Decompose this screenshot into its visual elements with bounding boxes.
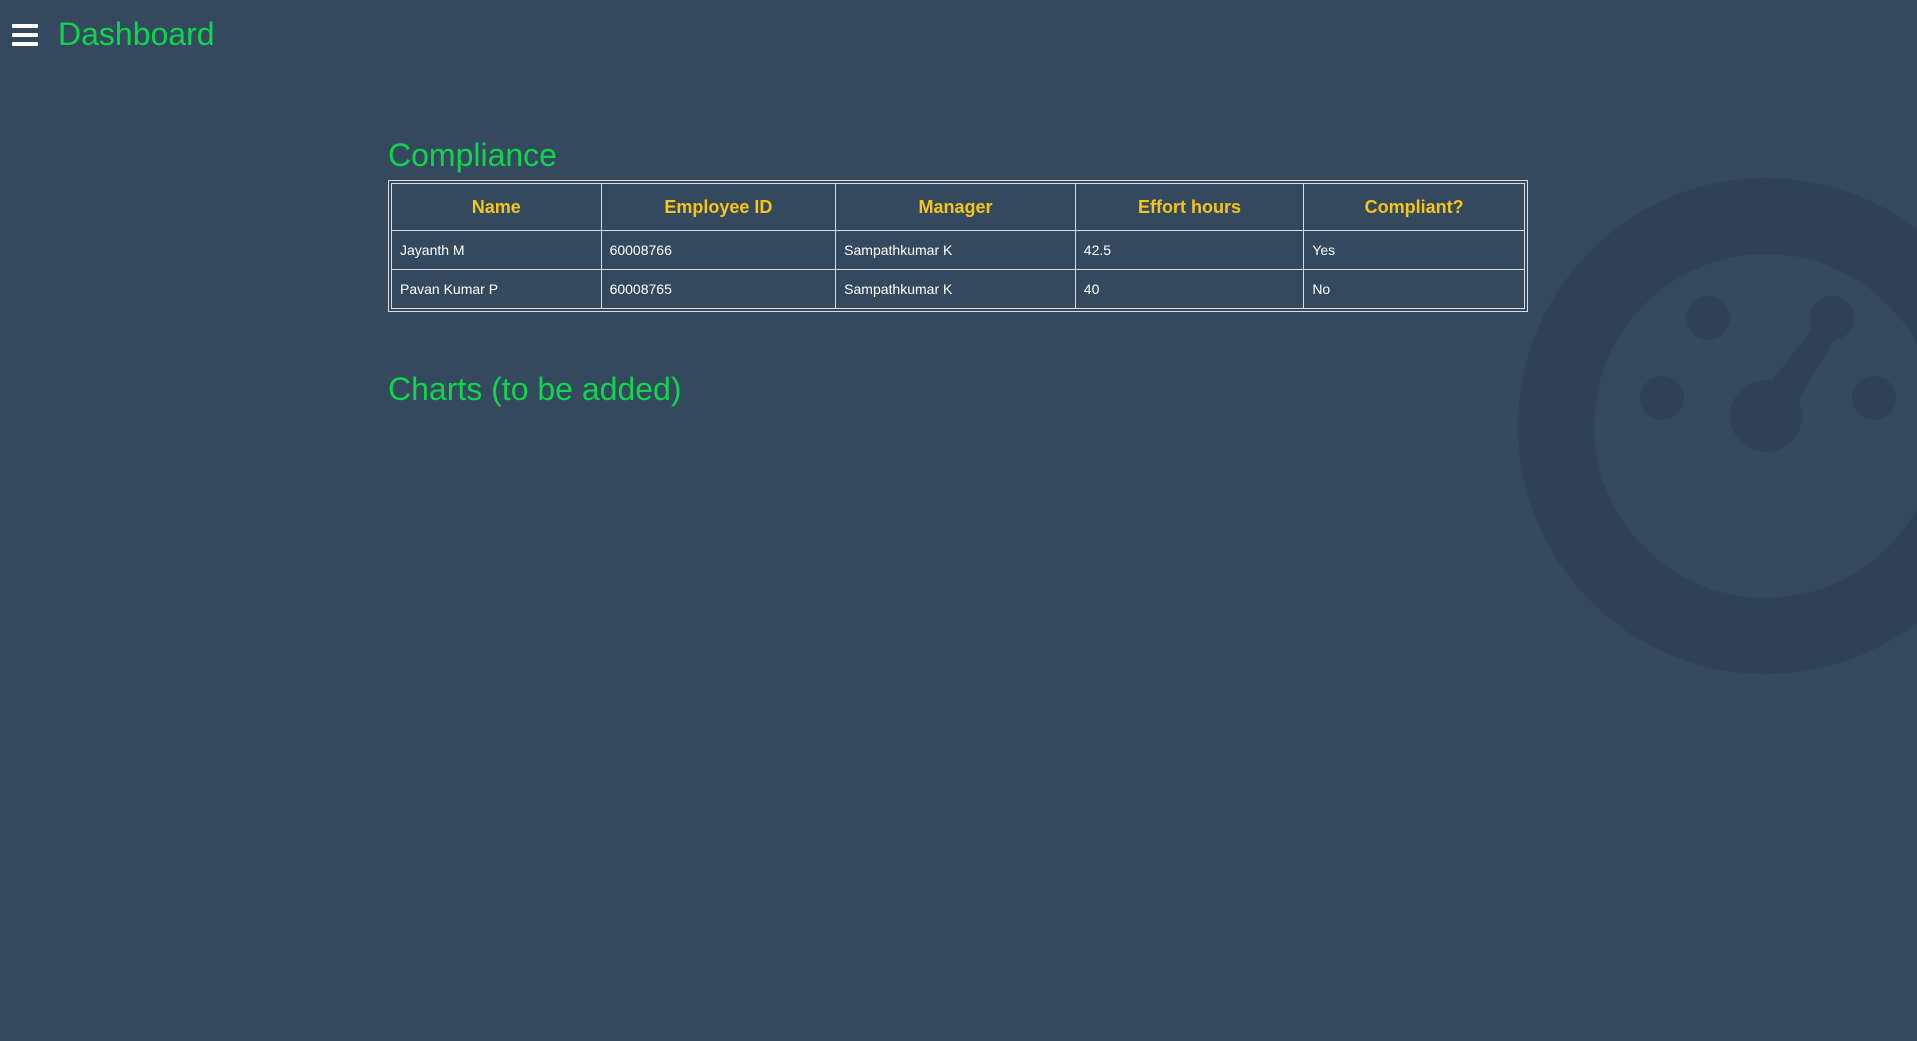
cell-name: Jayanth M xyxy=(391,231,602,270)
table-row: Pavan Kumar P 60008765 Sampathkumar K 40… xyxy=(391,270,1525,309)
compliance-table-frame: Name Employee ID Manager Effort hours Co… xyxy=(388,180,1528,312)
dashboard-gauge-icon xyxy=(1518,178,1917,674)
page-title: Dashboard xyxy=(58,16,215,52)
charts-section-title: Charts (to be added) xyxy=(388,371,682,407)
main-content: Compliance Name Employee ID Manager Effo… xyxy=(388,134,1528,410)
cell-effort-hours: 42.5 xyxy=(1075,231,1305,270)
compliance-section-title: Compliance xyxy=(388,137,557,173)
compliance-table: Name Employee ID Manager Effort hours Co… xyxy=(391,183,1525,309)
hamburger-menu-icon[interactable] xyxy=(12,24,38,46)
column-header-employee-id: Employee ID xyxy=(601,183,837,231)
column-header-effort-hours: Effort hours xyxy=(1075,183,1305,231)
table-row: Jayanth M 60008766 Sampathkumar K 42.5 Y… xyxy=(391,231,1525,270)
table-header-row: Name Employee ID Manager Effort hours Co… xyxy=(391,183,1525,231)
cell-manager: Sampathkumar K xyxy=(836,270,1076,309)
cell-manager: Sampathkumar K xyxy=(836,231,1076,270)
column-header-manager: Manager xyxy=(836,183,1076,231)
cell-compliant: No xyxy=(1304,270,1525,309)
column-header-name: Name xyxy=(391,183,602,231)
dashboard-page: Dashboard Compliance Name Employee ID Ma… xyxy=(0,0,1917,1041)
cell-name: Pavan Kumar P xyxy=(391,270,602,309)
cell-employee-id: 60008766 xyxy=(601,231,837,270)
cell-effort-hours: 40 xyxy=(1075,270,1305,309)
cell-employee-id: 60008765 xyxy=(601,270,837,309)
cell-compliant: Yes xyxy=(1304,231,1525,270)
column-header-compliant: Compliant? xyxy=(1304,183,1525,231)
top-bar: Dashboard xyxy=(0,0,600,70)
